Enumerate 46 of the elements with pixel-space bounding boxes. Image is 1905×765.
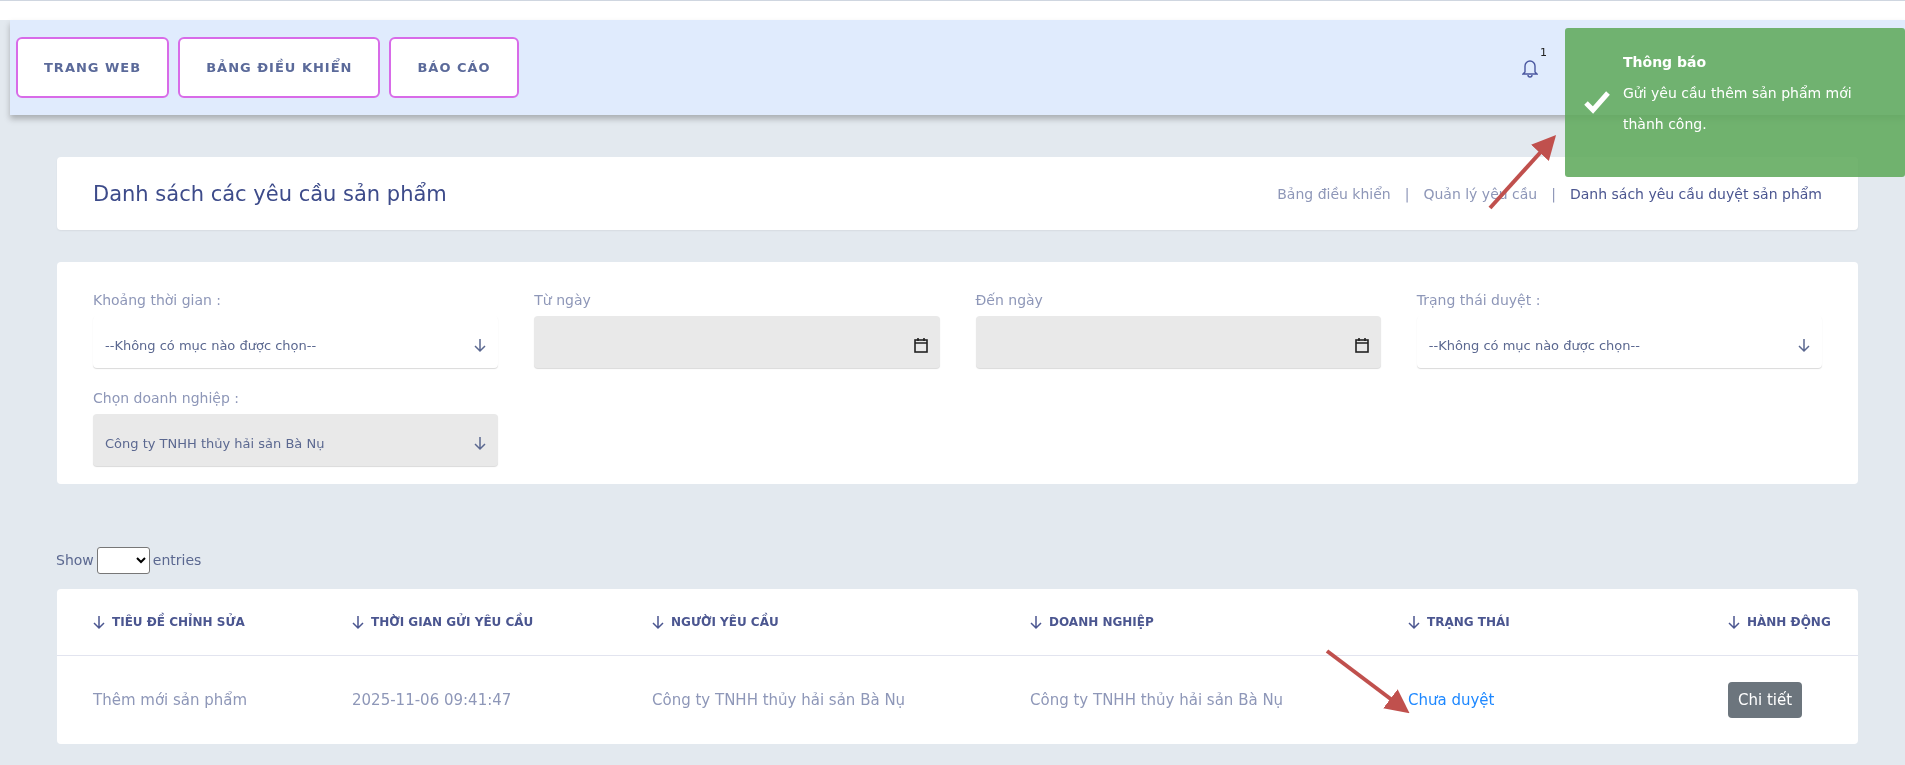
breadcrumb-link[interactable]: Bảng điều khiển [1277, 185, 1391, 202]
arrow-down-icon [1408, 614, 1420, 630]
status-link[interactable]: Chưa duyệt [1408, 691, 1495, 709]
arrow-down-icon [1798, 337, 1810, 353]
table-cell-text: Công ty TNHH thủy hải sản Bà Nụ [1030, 691, 1285, 709]
breadcrumb-separator: | [1551, 185, 1556, 202]
column-header[interactable]: THỜI GIAN GỬI YÊU CẦU [352, 614, 652, 630]
column-header[interactable]: NGƯỜI YÊU CẦU [652, 614, 1030, 630]
select-field[interactable]: --Không có mục nào được chọn-- [93, 316, 499, 368]
filter-label: Đến ngày [975, 292, 1044, 308]
filter-label: Từ ngày [534, 292, 592, 308]
entries-label: entries [152, 552, 202, 568]
table-cell-text: 2025-11-06 09:41:47 [352, 691, 513, 709]
notification-count: 1 [1540, 45, 1547, 59]
column-header[interactable]: TIÊU ĐỀ CHỈNH SỬA [93, 614, 352, 630]
breadcrumb-link[interactable]: Danh sách yêu cầu duyệt sản phẩm [1569, 185, 1822, 202]
column-header[interactable]: DOANH NGHIỆP [1030, 614, 1408, 630]
filter-label: Chọn doanh nghiệp : [93, 390, 240, 406]
arrow-down-icon [1728, 614, 1740, 630]
select-field[interactable]: --Không có mục nào được chọn-- [1416, 316, 1822, 368]
calendar-icon [1354, 337, 1369, 353]
arrow-down-icon [652, 614, 664, 630]
table-cell-text: Công ty TNHH thủy hải sản Bà Nụ [652, 691, 907, 709]
detail-button[interactable]: Chi tiết [1728, 682, 1803, 718]
nav-button[interactable]: BẢNG ĐIỀU KHIỂN [178, 37, 381, 98]
filter-label: Khoảng thời gian : [93, 292, 223, 308]
arrow-down-icon [474, 435, 487, 451]
calendar-icon [913, 337, 928, 353]
page-size-select[interactable] [96, 546, 150, 574]
column-header[interactable]: HÀNH ĐỘNG [1728, 614, 1858, 630]
arrow-down-icon [93, 614, 105, 630]
show-label: Show [56, 552, 94, 568]
toast-title: Thông báo [1623, 54, 1708, 70]
filter-label: Trạng thái duyệt : [1416, 292, 1542, 308]
arrow-down-icon [474, 337, 487, 353]
page-title: Danh sách các yêu cầu sản phẩm [93, 181, 448, 206]
nav-button[interactable]: BÁO CÁO [389, 37, 519, 98]
arrow-down-icon [352, 614, 364, 630]
check-icon [1583, 90, 1611, 114]
arrow-down-icon [1030, 614, 1042, 630]
table-cell-text: Thêm mới sản phẩm [93, 691, 249, 709]
breadcrumb-separator: | [1404, 185, 1410, 202]
bell-icon[interactable] [1522, 57, 1538, 78]
nav-button[interactable]: TRANG WEB [16, 37, 170, 98]
toast-message: Gửi yêu cầu thêm sản phẩm mới thành công. [1623, 84, 1853, 134]
column-header[interactable]: TRẠNG THÁI [1408, 614, 1728, 630]
